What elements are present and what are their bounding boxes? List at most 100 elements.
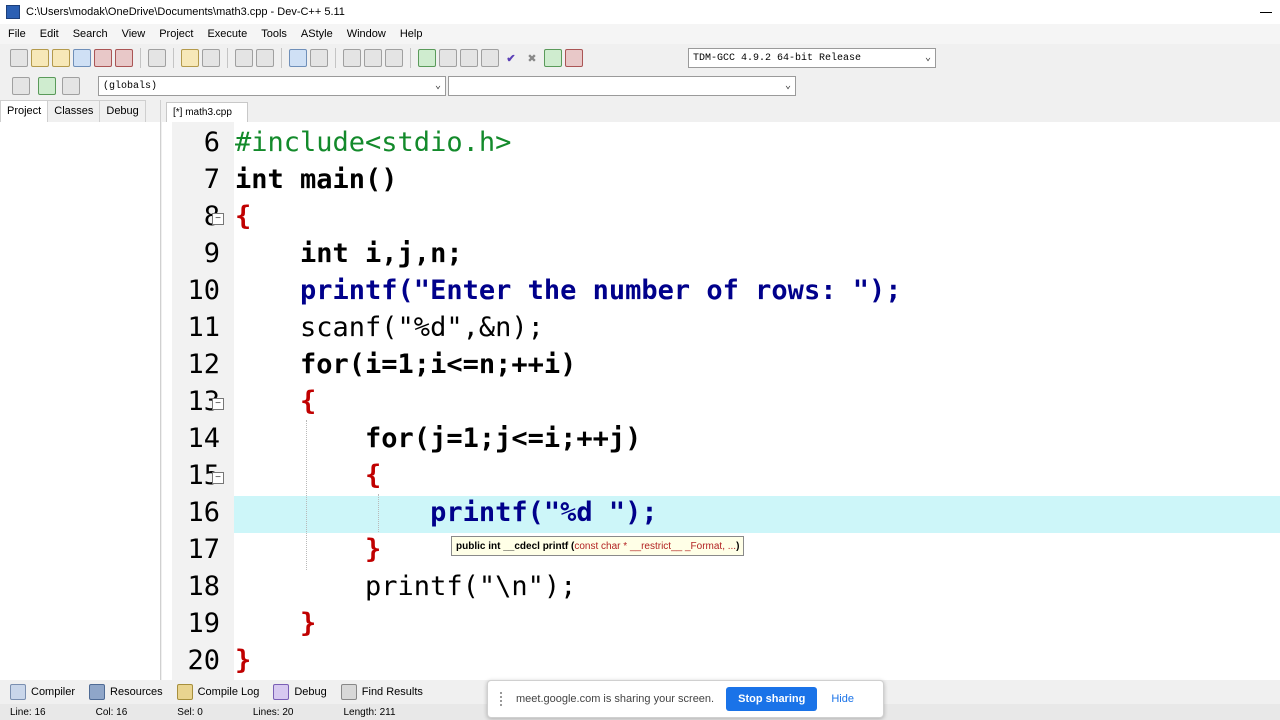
goto-line-icon[interactable] — [289, 49, 307, 67]
fold-toggle-icon[interactable]: − — [212, 398, 224, 410]
tab-classes[interactable]: Classes — [47, 100, 101, 122]
tab-find-results-label: Find Results — [361, 686, 423, 698]
tab-debug-label: Debug — [294, 686, 327, 698]
open-file-icon[interactable] — [31, 49, 49, 67]
tab-resources[interactable]: Resources — [89, 684, 163, 700]
insert-icon[interactable] — [38, 77, 56, 95]
line-number: 19 — [187, 608, 220, 639]
compiler-select[interactable]: TDM-GCC 4.9.2 64-bit Release ⌄ — [688, 48, 936, 68]
code-line-19: } — [235, 608, 317, 639]
rebuild-icon[interactable] — [481, 49, 499, 67]
tab-compiler[interactable]: Compiler — [10, 684, 75, 700]
tab-debug[interactable]: Debug — [99, 100, 146, 122]
menu-bar: File Edit Search View Project Execute To… — [0, 24, 1280, 44]
debug-icon[interactable] — [565, 49, 583, 67]
toolbar-separator — [227, 48, 228, 68]
line-number: 16 — [187, 497, 220, 528]
toggle-comment-icon[interactable] — [385, 49, 403, 67]
tab-math3-cpp[interactable]: [*] math3.cpp — [166, 102, 248, 122]
chevron-down-icon: ⌄ — [434, 81, 441, 92]
stop-sharing-button[interactable]: Stop sharing — [726, 687, 818, 711]
tab-compile-log-label: Compile Log — [197, 686, 260, 698]
code-line-17: } — [235, 534, 382, 565]
screen-share-banner: meet.google.com is sharing your screen. … — [487, 680, 884, 718]
fold-toggle-icon[interactable]: − — [212, 472, 224, 484]
code-editor[interactable]: 6 7 8 9 10 11 12 13 14 15 16 17 18 19 20… — [162, 122, 1280, 680]
line-number: 6 — [203, 127, 220, 158]
new-class-icon[interactable] — [12, 77, 30, 95]
main-toolbar: ✔ ✖ — [0, 44, 1280, 72]
find-icon[interactable] — [235, 49, 253, 67]
tooltip-params: const char * __restrict__ _Format, ... — [574, 540, 737, 552]
tab-debug-bottom[interactable]: Debug — [273, 684, 327, 700]
share-message: meet.google.com is sharing your screen. — [516, 693, 715, 705]
menu-execute[interactable]: Execute — [199, 28, 253, 40]
chevron-down-icon: ⌄ — [924, 53, 931, 64]
menu-help[interactable]: Help — [392, 28, 429, 40]
minimize-icon[interactable] — [1260, 12, 1272, 13]
menu-view[interactable]: View — [114, 28, 152, 40]
window-controls — [1260, 4, 1272, 13]
compile-icon[interactable] — [418, 49, 436, 67]
code-line-13: { — [235, 386, 317, 417]
compiler-icon — [10, 684, 26, 700]
menu-edit[interactable]: Edit — [32, 28, 65, 40]
member-select[interactable]: ⌄ — [448, 76, 796, 96]
undo-icon[interactable] — [181, 49, 199, 67]
fold-toggle-icon[interactable]: − — [212, 213, 224, 225]
menu-search[interactable]: Search — [65, 28, 114, 40]
tooltip-signature: public int __cdecl printf ( — [456, 540, 575, 552]
tab-find-results[interactable]: Find Results — [340, 684, 423, 700]
hide-button[interactable]: Hide — [831, 693, 854, 705]
line-number: 10 — [187, 275, 220, 306]
code-line-20: } — [235, 645, 252, 676]
new-file-icon[interactable] — [10, 49, 28, 67]
menu-astyle[interactable]: AStyle — [293, 28, 339, 40]
compiler-select-value: TDM-GCC 4.9.2 64-bit Release — [693, 52, 862, 64]
save-icon[interactable] — [52, 49, 70, 67]
indent-icon[interactable] — [364, 49, 382, 67]
tab-compile-log[interactable]: Compile Log — [176, 684, 260, 700]
close-all-icon[interactable] — [115, 49, 133, 67]
line-number: 11 — [187, 312, 220, 343]
stop-execution-icon[interactable]: ✖ — [523, 49, 541, 67]
toggle-bookmarks-icon[interactable] — [62, 77, 80, 95]
toolbar-separator — [410, 48, 411, 68]
menu-project[interactable]: Project — [151, 28, 199, 40]
print-icon[interactable] — [148, 49, 166, 67]
code-line-12: for(i=1;i<=n;++i) — [235, 349, 577, 380]
tab-project[interactable]: Project — [0, 100, 49, 122]
code-line-8: { — [235, 201, 252, 232]
scope-select-value: (globals) — [103, 80, 158, 92]
tooltip-close-paren: ) — [736, 540, 740, 552]
bookmark-icon[interactable] — [310, 49, 328, 67]
resources-icon — [89, 684, 106, 700]
unindent-icon[interactable] — [343, 49, 361, 67]
toolbar-separator — [335, 48, 336, 68]
tab-resources-label: Resources — [110, 686, 163, 698]
menu-file[interactable]: File — [0, 28, 32, 40]
app-icon — [6, 5, 20, 19]
redo-icon[interactable] — [202, 49, 220, 67]
replace-icon[interactable] — [256, 49, 274, 67]
scope-select[interactable]: (globals) ⌄ — [98, 76, 446, 96]
run-icon[interactable] — [439, 49, 457, 67]
chart-icon[interactable] — [544, 49, 562, 67]
menu-tools[interactable]: Tools — [253, 28, 293, 40]
syntax-check-icon[interactable]: ✔ — [502, 49, 520, 67]
status-sel: Sel: 0 — [177, 706, 203, 718]
status-col: Col: 16 — [95, 706, 128, 718]
save-all-icon[interactable] — [73, 49, 91, 67]
window-title: C:\Users\modak\OneDrive\Documents\math3.… — [26, 6, 345, 18]
compile-log-icon — [176, 684, 193, 700]
menu-window[interactable]: Window — [339, 28, 392, 40]
compile-run-icon[interactable] — [460, 49, 478, 67]
close-file-icon[interactable] — [94, 49, 112, 67]
status-length: Length: 211 — [343, 706, 396, 718]
code-line-6: #include<stdio.h> — [235, 127, 512, 158]
code-line-16: printf("%d "); — [235, 497, 658, 528]
status-line: Line: 16 — [10, 706, 46, 718]
code-line-14: for(j=1;j<=i;++j) — [235, 423, 642, 454]
parameter-hint-tooltip: public int __cdecl printf ( const char *… — [451, 536, 745, 556]
drag-handle-icon[interactable] — [500, 692, 506, 706]
